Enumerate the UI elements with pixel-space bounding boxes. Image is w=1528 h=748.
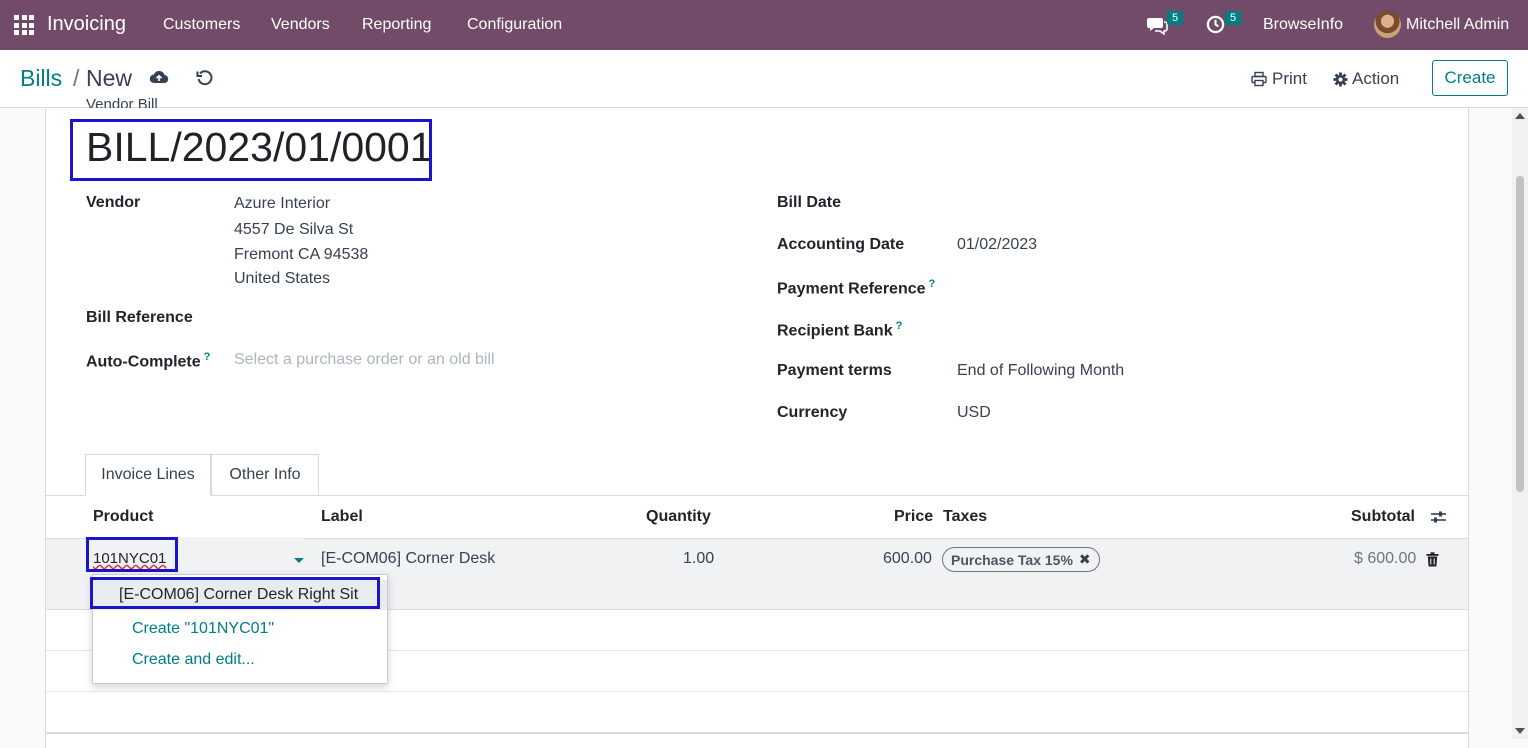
apps-menu-icon[interactable] xyxy=(14,15,34,35)
cloud-upload-icon xyxy=(149,70,169,84)
tab-other-info[interactable]: Other Info xyxy=(211,454,319,495)
action-label: Action xyxy=(1352,69,1400,88)
auto-complete-label-text: Auto-Complete xyxy=(86,353,201,371)
payment-reference-label: Payment Reference? xyxy=(777,278,935,298)
app-name[interactable]: Invoicing xyxy=(47,13,126,36)
column-header-product[interactable]: Product xyxy=(93,508,153,526)
vendor-street: 4557 De Silva St xyxy=(234,221,354,238)
currency-label: Currency xyxy=(777,404,848,421)
accounting-date-label: Accounting Date xyxy=(777,236,905,253)
create-button[interactable]: Create xyxy=(1432,60,1508,96)
auto-complete-input[interactable]: Select a purchase order or an old bill xyxy=(234,351,495,369)
vendor-name: Azure Interior xyxy=(234,195,331,212)
vendor-label: Vendor xyxy=(86,194,141,211)
line-price-input[interactable]: 600.00 xyxy=(883,550,932,568)
recipient-bank-label: Recipient Bank? xyxy=(777,320,902,340)
undo-icon xyxy=(196,70,213,86)
top-navbar: Invoicing Customers Vendors Reporting Co… xyxy=(0,0,1528,50)
discard-button[interactable] xyxy=(196,69,216,89)
scroll-down-icon[interactable] xyxy=(1515,728,1525,734)
print-label: Print xyxy=(1272,69,1307,88)
payment-reference-input[interactable] xyxy=(957,274,1377,300)
scroll-up-icon[interactable] xyxy=(1515,113,1525,119)
activities-button[interactable] xyxy=(1206,15,1226,35)
delete-line-button[interactable] xyxy=(1426,552,1440,568)
column-header-label[interactable]: Label xyxy=(321,508,363,526)
page-scrollbar[interactable] xyxy=(1512,108,1528,739)
breadcrumb-bills[interactable]: Bills xyxy=(20,65,62,92)
action-button[interactable]: Action xyxy=(1333,69,1399,89)
recipient-bank-help-icon[interactable]: ? xyxy=(896,320,903,332)
breadcrumb-current: New xyxy=(86,65,133,91)
suggestion-highlight xyxy=(90,577,380,609)
activities-count-badge: 5 xyxy=(1225,11,1242,25)
payment-reference-label-text: Payment Reference xyxy=(777,280,926,298)
printer-icon xyxy=(1251,71,1267,87)
gear-icon xyxy=(1333,71,1348,87)
menu-reporting[interactable]: Reporting xyxy=(362,16,431,34)
trash-icon xyxy=(1426,552,1439,567)
company-switcher[interactable]: BrowseInfo xyxy=(1263,16,1343,34)
currency-input[interactable]: USD xyxy=(957,404,991,422)
tax-tag: Purchase Tax 15% ✖ xyxy=(942,547,1100,572)
column-header-price[interactable]: Price xyxy=(894,508,933,526)
payment-reference-help-icon[interactable]: ? xyxy=(929,278,936,290)
remove-tax-icon[interactable]: ✖ xyxy=(1079,551,1091,568)
payment-terms-label: Payment terms xyxy=(777,362,892,379)
vendor-field[interactable]: Azure Interior 4557 De Silva St Fremont … xyxy=(234,195,534,293)
sliders-icon xyxy=(1431,511,1446,523)
document-type-label: Vendor Bill xyxy=(86,96,158,108)
autocomplete-create-and-edit[interactable]: Create and edit... xyxy=(132,651,255,669)
tax-tag-label: Purchase Tax 15% xyxy=(951,551,1073,568)
bill-date-label: Bill Date xyxy=(777,194,842,211)
menu-customers[interactable]: Customers xyxy=(163,16,240,34)
vendor-country: United States xyxy=(234,270,331,287)
line-subtotal: $ 600.00 xyxy=(1354,550,1417,567)
optional-columns-toggle[interactable] xyxy=(1430,509,1448,525)
empty-row-divider xyxy=(46,691,1468,692)
clock-icon xyxy=(1206,15,1225,34)
autocomplete-create[interactable]: Create "101NYC01" xyxy=(132,620,274,638)
column-header-taxes[interactable]: Taxes xyxy=(943,508,987,526)
line-label-input[interactable]: [E-COM06] Corner Desk xyxy=(321,550,495,568)
chevron-down-icon[interactable] xyxy=(294,558,304,563)
recipient-bank-input[interactable] xyxy=(957,316,1377,342)
vendor-city: Fremont CA 94538 xyxy=(234,246,369,263)
save-button[interactable] xyxy=(149,68,169,88)
tabs-divider xyxy=(45,495,1469,496)
messages-count-badge: 5 xyxy=(1167,11,1184,25)
recipient-bank-label-text: Recipient Bank xyxy=(777,322,893,340)
chat-icon xyxy=(1147,18,1168,35)
auto-complete-help-icon[interactable]: ? xyxy=(204,351,211,363)
table-bottom-border xyxy=(46,732,1468,734)
user-menu[interactable]: Mitchell Admin xyxy=(1406,16,1509,34)
control-panel: Bills / New Print Action Create xyxy=(0,50,1528,108)
menu-configuration[interactable]: Configuration xyxy=(467,16,562,34)
tab-invoice-lines[interactable]: Invoice Lines xyxy=(85,454,211,496)
column-header-quantity[interactable]: Quantity xyxy=(646,508,711,526)
print-button[interactable]: Print xyxy=(1251,69,1307,89)
line-quantity-input[interactable]: 1.00 xyxy=(683,550,714,568)
accounting-date-input[interactable]: 01/02/2023 xyxy=(957,236,1037,254)
column-header-subtotal[interactable]: Subtotal xyxy=(1351,508,1415,526)
bill-number-highlight xyxy=(70,119,432,181)
payment-terms-input[interactable]: End of Following Month xyxy=(957,362,1124,380)
product-input-highlight xyxy=(86,537,178,572)
bill-reference-input[interactable] xyxy=(234,305,654,331)
menu-vendors[interactable]: Vendors xyxy=(271,16,330,34)
breadcrumb-separator: / xyxy=(73,65,80,91)
bill-date-input[interactable] xyxy=(957,190,1377,216)
user-avatar[interactable] xyxy=(1374,11,1401,38)
scrollbar-thumb[interactable] xyxy=(1516,176,1524,492)
bill-reference-label: Bill Reference xyxy=(86,309,193,326)
auto-complete-label: Auto-Complete? xyxy=(86,351,210,371)
